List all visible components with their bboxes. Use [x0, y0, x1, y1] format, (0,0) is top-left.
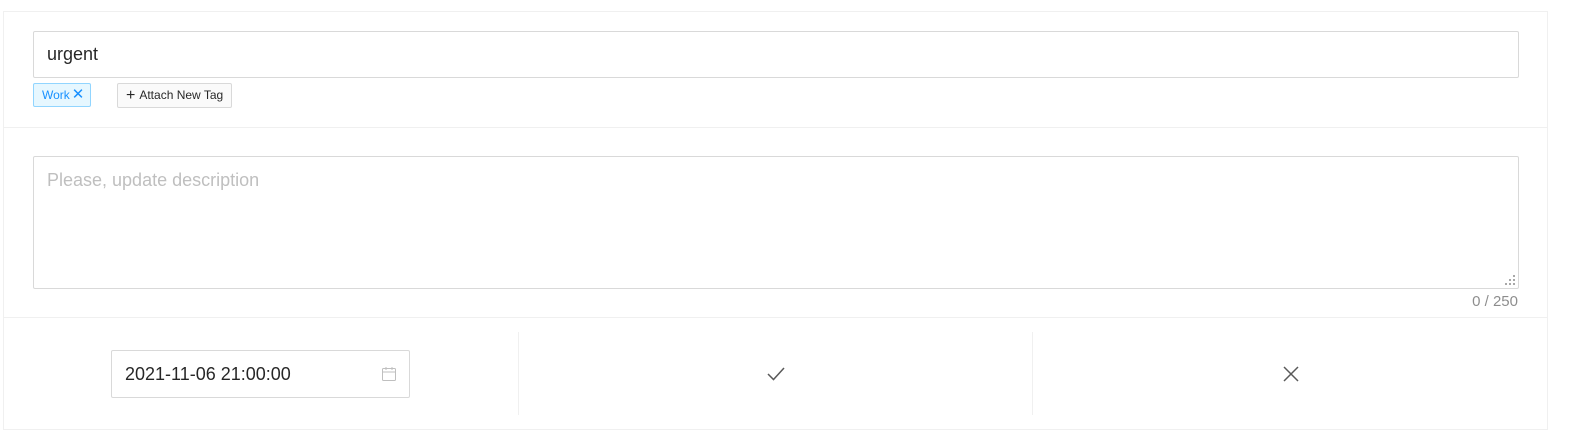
attach-new-tag-button[interactable]: + Attach New Tag: [117, 83, 233, 108]
check-icon[interactable]: [766, 364, 786, 384]
attach-new-tag-label: Attach New Tag: [139, 88, 224, 102]
cancel-action[interactable]: [1032, 332, 1548, 415]
calendar-icon: [382, 367, 396, 381]
actions-section: 2021-11-06 21:00:00: [4, 318, 1547, 429]
tag-label: Work: [42, 88, 70, 102]
close-icon[interactable]: [1281, 364, 1301, 384]
date-picker[interactable]: 2021-11-06 21:00:00: [111, 350, 410, 398]
confirm-action[interactable]: [518, 332, 1033, 415]
resize-handle-icon[interactable]: [1504, 274, 1516, 286]
plus-icon: +: [126, 86, 136, 104]
character-counter: 0 / 250: [1472, 293, 1518, 310]
description-textarea[interactable]: [33, 156, 1519, 289]
title-input[interactable]: [33, 31, 1519, 78]
tag-work: Work ✕: [33, 83, 92, 107]
close-icon[interactable]: ✕: [72, 84, 85, 106]
title-section: Work ✕ + Attach New Tag: [4, 12, 1547, 128]
description-section: 0 / 250: [4, 128, 1547, 318]
task-edit-card: Work ✕ + Attach New Tag 0 / 250 2021-11-…: [3, 11, 1548, 430]
date-value: 2021-11-06 21:00:00: [125, 363, 291, 384]
